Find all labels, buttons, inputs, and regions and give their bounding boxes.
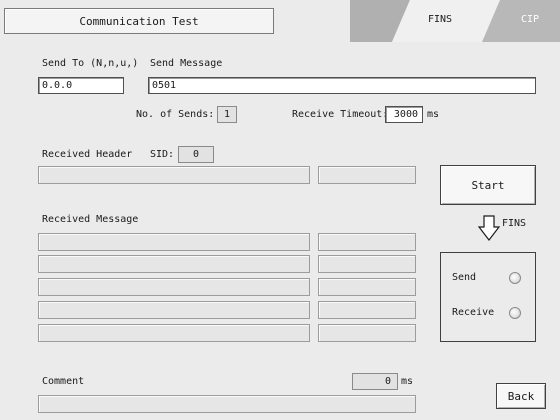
window-title: Communication Test: [79, 14, 199, 28]
received-message-row: [38, 278, 310, 296]
receive-timeout-unit: ms: [427, 109, 440, 120]
received-message-row: [38, 324, 310, 342]
window-title-box: Communication Test: [4, 8, 274, 34]
receive-indicator-icon: [509, 307, 521, 319]
received-header-field: [38, 166, 310, 184]
receive-status-label: Receive: [452, 307, 495, 318]
received-message-label: Received Message: [42, 214, 139, 225]
protocol-indicator: FINS: [478, 215, 526, 241]
comment-value: 0: [352, 373, 398, 390]
receive-timeout-label: Receive Timeout:: [292, 109, 389, 120]
protocol-label: FINS: [502, 218, 527, 229]
receive-timeout-input[interactable]: 3000: [385, 106, 423, 123]
sid-value: 0: [178, 146, 214, 163]
num-sends-label: No. of Sends:: [136, 109, 215, 120]
send-message-label: Send Message: [150, 58, 223, 69]
send-message-input[interactable]: 0501: [148, 77, 536, 94]
send-indicator-icon: [509, 272, 521, 284]
received-message-row: [38, 255, 310, 273]
received-message-row: [38, 233, 310, 251]
tab-fins-label: FINS: [428, 14, 452, 25]
comment-label: Comment: [42, 376, 85, 387]
back-button[interactable]: Back: [496, 383, 546, 409]
status-panel: [440, 252, 536, 342]
num-sends-value[interactable]: 1: [217, 106, 237, 123]
received-message-row-ascii: [318, 301, 416, 319]
received-message-row-ascii: [318, 324, 416, 342]
send-to-label: Send To (N,n,u,): [42, 58, 139, 69]
down-arrow-icon: [478, 215, 500, 241]
comment-unit: ms: [401, 376, 414, 387]
received-message-row-ascii: [318, 255, 416, 273]
sid-label: SID:: [150, 149, 175, 160]
received-message-row-ascii: [318, 233, 416, 251]
tab-cip-label: CIP: [521, 14, 539, 25]
received-header-label: Received Header: [42, 149, 133, 160]
tab-fins[interactable]: FINS: [392, 0, 500, 42]
received-header-field-secondary: [318, 166, 416, 184]
comment-field: [38, 395, 416, 413]
start-button[interactable]: Start: [440, 165, 536, 205]
received-message-row: [38, 301, 310, 319]
send-to-input[interactable]: 0.0.0: [38, 77, 124, 94]
send-status-label: Send: [452, 272, 477, 283]
start-button-label: Start: [471, 178, 505, 192]
back-button-label: Back: [507, 389, 535, 403]
tab-strip: FINS CIP: [350, 0, 560, 42]
received-message-row-ascii: [318, 278, 416, 296]
